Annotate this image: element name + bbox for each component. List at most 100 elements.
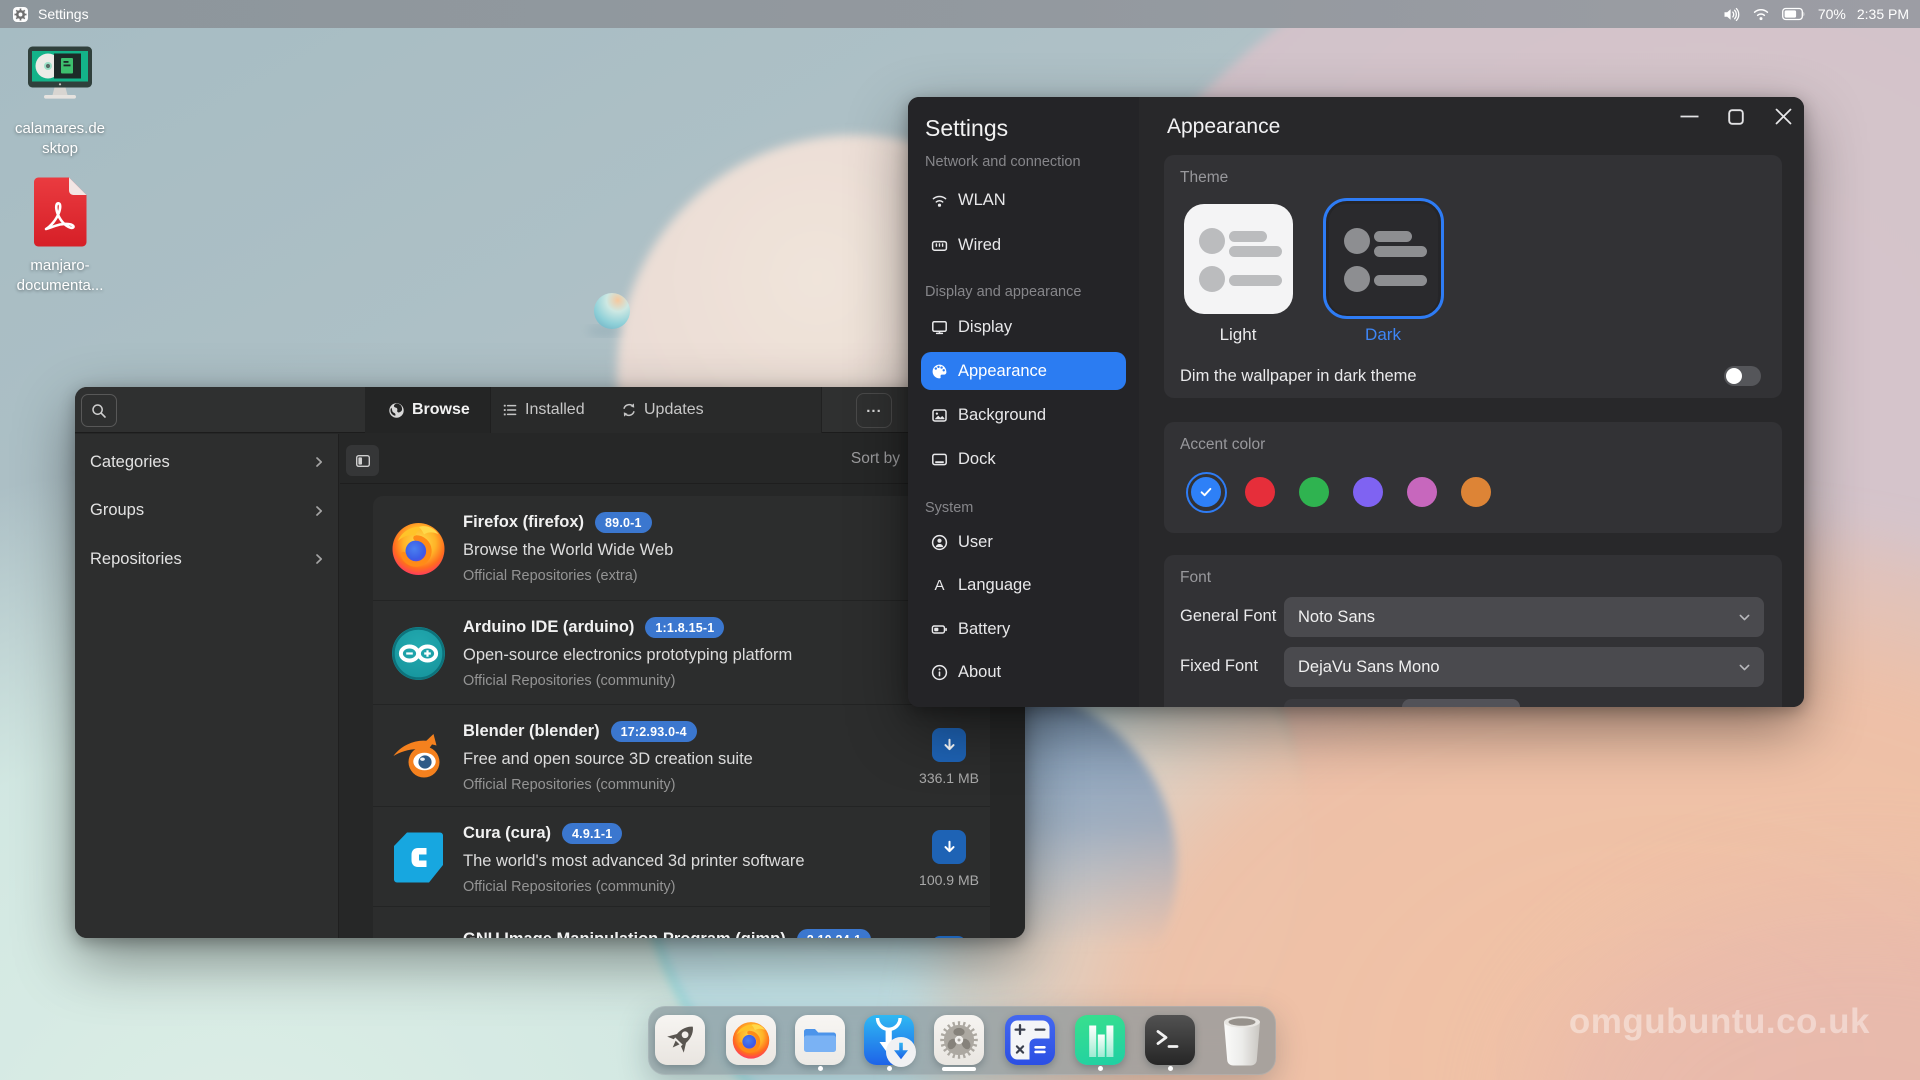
sidebar-item-background[interactable]: Background <box>921 396 1126 434</box>
tab-browse-label: Browse <box>412 401 470 419</box>
accent-pink[interactable] <box>1407 477 1437 507</box>
sidebar-item-wlan[interactable]: WLAN <box>921 181 1126 219</box>
cura-app-icon <box>390 829 447 886</box>
dock-item-launcher[interactable] <box>655 1015 705 1065</box>
app-repo: Official Repositories (extra) <box>463 568 638 584</box>
blender-app-icon <box>390 728 447 785</box>
battery-icon <box>931 621 948 638</box>
sidebar-item-wired[interactable]: Wired <box>921 226 1126 264</box>
accent-orange[interactable] <box>1461 477 1491 507</box>
volume-icon[interactable] <box>1723 7 1740 22</box>
tab-installed-label: Installed <box>525 401 585 419</box>
accent-purple[interactable] <box>1353 477 1383 507</box>
dock-item-files[interactable] <box>795 1015 845 1065</box>
app-name: Blender (blender) <box>463 722 600 741</box>
version-badge: 17:2.93.0-4 <box>611 721 697 742</box>
trash-icon <box>1220 1014 1264 1068</box>
sidebar-item-language[interactable]: A Language <box>921 566 1126 604</box>
sort-by-label[interactable]: Sort by <box>851 434 900 484</box>
maximize-button[interactable] <box>1728 109 1744 125</box>
dock-item-trash[interactable] <box>1217 1015 1267 1065</box>
install-button[interactable] <box>932 830 966 864</box>
sidebar-item-appearance[interactable]: Appearance <box>921 352 1126 390</box>
calamares-icon <box>27 46 93 102</box>
accent-red[interactable] <box>1245 477 1275 507</box>
tab-browse[interactable]: Browse <box>365 387 491 433</box>
dock-item-firefox[interactable] <box>726 1015 776 1065</box>
wifi-icon[interactable] <box>1752 7 1770 21</box>
sidebar-item-dock[interactable]: Dock <box>921 440 1126 478</box>
chevron-right-icon <box>311 503 327 519</box>
accent-blue[interactable] <box>1191 477 1221 507</box>
dock-item-calculator[interactable] <box>1005 1015 1055 1065</box>
app-name: GNU Image Manipulation Program (gimp) <box>463 930 786 938</box>
pdf-icon <box>33 177 87 247</box>
battery-icon[interactable] <box>1782 7 1806 21</box>
theme-option-light[interactable] <box>1184 204 1293 314</box>
menu-button[interactable]: ... <box>856 393 892 428</box>
minimize-button[interactable] <box>1680 115 1699 118</box>
battery-percent: 70% <box>1818 0 1846 28</box>
fixed-font-select[interactable]: DejaVu Sans Mono <box>1284 647 1764 687</box>
running-indicator-files <box>818 1066 823 1071</box>
dim-wallpaper-toggle[interactable] <box>1724 366 1761 386</box>
tab-installed[interactable]: Installed <box>502 387 612 433</box>
gear-icon <box>938 1019 980 1061</box>
language-icon: A <box>931 577 948 594</box>
sidebar-item-categories[interactable]: Categories <box>75 438 339 486</box>
download-icon <box>941 737 958 754</box>
install-button[interactable] <box>932 728 966 762</box>
app-row-arduino[interactable]: Arduino IDE (arduino)1:1.8.15-1 Open-sou… <box>373 601 990 705</box>
search-icon <box>91 403 107 419</box>
dock <box>648 1006 1276 1075</box>
pane-title: Appearance <box>1167 115 1280 139</box>
fixed-font-label: Fixed Font <box>1180 657 1258 676</box>
dock-item-app-store[interactable] <box>864 1015 914 1065</box>
app-row-cura[interactable]: Cura (cura)4.9.1-1 The world's most adva… <box>373 807 990 907</box>
accent-green[interactable] <box>1299 477 1329 507</box>
app-row-firefox[interactable]: Firefox (firefox)89.0-1 Browse the World… <box>373 496 990 601</box>
toggle-sidebar-button[interactable] <box>346 445 379 476</box>
info-icon <box>931 664 948 681</box>
font-size-segment[interactable] <box>1284 699 1520 707</box>
close-button[interactable] <box>1775 108 1792 125</box>
dock-item-settings[interactable] <box>934 1015 984 1065</box>
accent-label: Accent color <box>1180 436 1265 454</box>
sidebar-item-display[interactable]: Display <box>921 308 1126 346</box>
running-indicator-terminal <box>1168 1066 1173 1071</box>
dock-item-manjaro-software[interactable] <box>1075 1015 1125 1065</box>
sidebar-item-user[interactable]: User <box>921 523 1126 561</box>
theme-option-dark[interactable] <box>1323 198 1444 319</box>
tab-updates[interactable]: Updates <box>621 387 731 433</box>
dock-icon <box>931 451 948 468</box>
sidebar-item-groups[interactable]: Groups <box>75 487 339 535</box>
general-font-select[interactable]: Noto Sans <box>1284 597 1764 637</box>
image-icon <box>931 407 948 424</box>
desktop-icon-manjaro-pdf[interactable]: manjaro- documenta... <box>5 177 115 295</box>
theme-light-label: Light <box>1178 325 1298 345</box>
calculator-icon <box>1005 1015 1055 1065</box>
app-name: Firefox (firefox) <box>463 513 584 532</box>
section-display: Display and appearance <box>925 284 1081 300</box>
app-row-gimp[interactable]: GNU Image Manipulation Program (gimp)2.1… <box>373 907 990 938</box>
sidebar-item-about[interactable]: About <box>921 653 1126 691</box>
sidebar-item-battery[interactable]: Battery <box>921 610 1126 648</box>
folder-icon <box>795 1015 845 1065</box>
top-bar: Settings 70% 2:35 PM <box>0 0 1920 28</box>
tab-updates-label: Updates <box>644 401 704 419</box>
dock-item-terminal[interactable] <box>1145 1015 1195 1065</box>
download-size: 100.9 MB <box>897 872 1001 888</box>
search-button[interactable] <box>81 394 117 427</box>
installed-list-icon <box>502 402 518 418</box>
active-app-icon[interactable] <box>13 7 28 22</box>
desktop-icon-calamares[interactable]: calamares.de sktop <box>5 46 115 158</box>
clock[interactable]: 2:35 PM <box>1857 0 1909 28</box>
app-summary: Free and open source 3D creation suite <box>463 750 753 769</box>
app-row-blender[interactable]: Blender (blender) 17:2.93.0-4 Free and op… <box>373 705 990 807</box>
sidebar-item-repositories[interactable]: Repositories <box>75 535 339 583</box>
install-button[interactable] <box>932 936 966 938</box>
chevron-right-icon <box>311 454 327 470</box>
app-summary: The world's most advanced 3d printer sof… <box>463 852 805 871</box>
app-repo: Official Repositories (community) <box>463 673 675 689</box>
settings-pane: Appearance Theme Light Dark Dim the wall… <box>1139 97 1804 707</box>
